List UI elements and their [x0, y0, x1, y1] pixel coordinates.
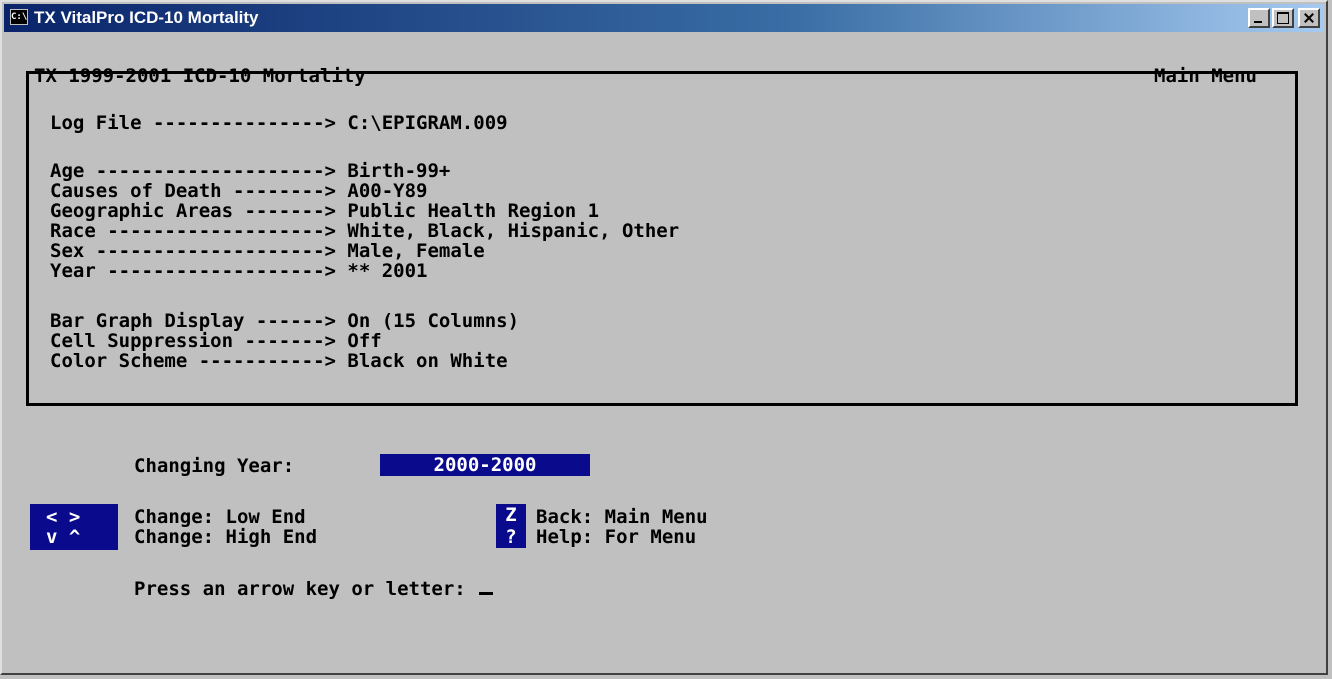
setting-value: Birth-99+: [347, 160, 451, 182]
setting-year: Year -------------------> ** 2001: [50, 260, 428, 282]
setting-value: C:\EPIGRAM.009: [347, 112, 508, 134]
down-up-keys: v ^: [46, 526, 81, 548]
title-bar[interactable]: C:\ TX VitalPro ICD-10 Mortality: [4, 4, 1324, 32]
setting-value: Off: [347, 330, 382, 352]
setting-label: Log File --------------->: [50, 112, 348, 134]
setting-value: A00-Y89: [347, 180, 428, 202]
setting-value: Male, Female: [347, 240, 485, 262]
window-title: TX VitalPro ICD-10 Mortality: [34, 8, 259, 27]
setting-value: Public Health Region 1: [347, 200, 600, 222]
setting-label: Cell Suppression ------->: [50, 330, 348, 352]
console-area[interactable]: TX 1999-2001 ICD-10 Mortality Main Menu …: [4, 32, 1324, 671]
back-hint: Back: Main Menu: [536, 506, 708, 528]
setting-label: Color Scheme ----------->: [50, 350, 348, 372]
low-end-hint: Change: Low End: [134, 506, 306, 528]
console-window: C:\ TX VitalPro ICD-10 Mortality TX 1999…: [0, 0, 1328, 675]
setting-label: Bar Graph Display ------>: [50, 310, 348, 332]
setting-geographic-areas: Geographic Areas -------> Public Health …: [50, 200, 599, 222]
arrow-keys-block[interactable]: < > v ^: [30, 504, 118, 550]
setting-log-file: Log File ---------------> C:\EPIGRAM.009: [50, 112, 508, 134]
setting-label: Causes of Death -------->: [50, 180, 348, 202]
setting-label: Year ------------------->: [50, 260, 348, 282]
setting-causes-of-death: Causes of Death --------> A00-Y89: [50, 180, 428, 202]
year-range-field[interactable]: 2000-2000: [380, 454, 590, 476]
setting-age: Age --------------------> Birth-99+: [50, 160, 450, 182]
setting-label: Sex -------------------->: [50, 240, 348, 262]
left-right-keys: < >: [46, 506, 81, 528]
maximize-button[interactable]: [1272, 8, 1294, 28]
setting-value: Black on White: [347, 350, 508, 372]
help-key[interactable]: ?: [496, 526, 526, 548]
setting-value: White, Black, Hispanic, Other: [347, 220, 680, 242]
setting-value: ** 2001: [347, 260, 428, 282]
setting-sex: Sex --------------------> Male, Female: [50, 240, 485, 262]
setting-label: Geographic Areas ------->: [50, 200, 348, 222]
help-hint: Help: For Menu: [536, 526, 697, 548]
text-cursor: [479, 592, 494, 595]
console-icon[interactable]: C:\: [10, 9, 28, 25]
setting-bar-graph-display: Bar Graph Display ------> On (15 Columns…: [50, 310, 519, 332]
minimize-button[interactable]: [1248, 8, 1270, 28]
editor-label: Changing Year:: [134, 455, 295, 477]
close-button[interactable]: [1298, 8, 1320, 28]
z-key[interactable]: Z: [496, 504, 526, 526]
setting-label: Race ------------------->: [50, 220, 348, 242]
prompt-line: Press an arrow key or letter:: [134, 578, 494, 600]
setting-race: Race -------------------> White, Black, …: [50, 220, 679, 242]
prompt-text: Press an arrow key or letter:: [134, 578, 466, 600]
setting-color-scheme: Color Scheme -----------> Black on White: [50, 350, 508, 372]
setting-label: Age -------------------->: [50, 160, 348, 182]
setting-cell-suppression: Cell Suppression -------> Off: [50, 330, 382, 352]
setting-value: On (15 Columns): [347, 310, 520, 332]
high-end-hint: Change: High End: [134, 526, 318, 548]
